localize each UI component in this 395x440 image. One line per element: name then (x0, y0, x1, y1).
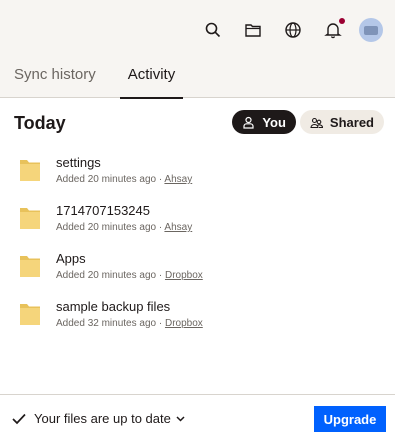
search-button[interactable] (199, 16, 227, 44)
list-item[interactable]: settings Added 20 minutes ago · Ahsay (18, 153, 378, 201)
folder-icon (20, 304, 40, 325)
upgrade-button[interactable]: Upgrade (314, 406, 386, 432)
activity-list: settings Added 20 minutes ago · Ahsay 17… (18, 153, 378, 345)
item-meta-text: Added 20 minutes ago · (56, 222, 165, 233)
notifications-button[interactable] (319, 16, 347, 44)
globe-icon (285, 22, 301, 38)
list-item[interactable]: Apps Added 20 minutes ago · Dropbox (18, 249, 378, 297)
bell-icon (324, 23, 342, 39)
notification-dot (339, 18, 345, 24)
list-item[interactable]: sample backup files Added 32 minutes ago… (18, 297, 378, 345)
item-name: settings (56, 155, 101, 170)
item-meta-text: Added 32 minutes ago · (56, 318, 165, 329)
sync-status[interactable]: Your files are up to date (12, 411, 185, 426)
chevron-down-icon (176, 415, 185, 422)
avatar-image (364, 25, 378, 35)
item-user-link[interactable]: Dropbox (165, 318, 203, 329)
top-bar: Sync history Activity (0, 0, 395, 99)
folder-icon (245, 24, 261, 37)
folder-icon (20, 208, 40, 229)
tab-bar: Sync history Activity (0, 56, 184, 99)
item-name: 1714707153245 (56, 203, 150, 218)
footer: Your files are up to date Upgrade (0, 394, 395, 440)
filter-you-label: You (262, 114, 286, 130)
item-meta-text: Added 20 minutes ago · (56, 270, 165, 281)
avatar[interactable] (359, 18, 383, 42)
person-icon (243, 116, 254, 129)
item-meta: Added 20 minutes ago · Ahsay (56, 222, 192, 233)
checkmark-icon (12, 413, 26, 424)
item-user-link[interactable]: Ahsay (164, 222, 192, 233)
globe-button[interactable] (279, 16, 307, 44)
item-name: sample backup files (56, 299, 171, 314)
item-user-link[interactable]: Ahsay (164, 174, 192, 185)
people-icon (310, 117, 323, 128)
folder-icon (20, 160, 40, 181)
filter-shared-label: Shared (329, 114, 374, 130)
item-user-link[interactable]: Dropbox (165, 270, 203, 281)
item-meta-text: Added 20 minutes ago · (56, 174, 165, 185)
search-icon (205, 22, 221, 38)
item-name: Apps (56, 251, 86, 266)
tab-sync-history[interactable]: Sync history (6, 56, 104, 98)
section-title: Today (14, 113, 66, 133)
filter-shared-button[interactable]: Shared (299, 110, 384, 134)
folder-button[interactable] (239, 16, 267, 44)
item-meta: Added 32 minutes ago · Dropbox (56, 318, 203, 329)
top-icons (187, 16, 383, 44)
sync-status-text: Your files are up to date (34, 411, 171, 426)
filter-you-button[interactable]: You (232, 110, 296, 134)
item-meta: Added 20 minutes ago · Ahsay (56, 174, 192, 185)
list-item[interactable]: 1714707153245 Added 20 minutes ago · Ahs… (18, 201, 378, 249)
tab-activity[interactable]: Activity (119, 56, 184, 99)
item-meta: Added 20 minutes ago · Dropbox (56, 270, 203, 281)
folder-icon (20, 256, 40, 277)
filter-pills: You Shared (232, 110, 384, 134)
section-header: Today You Shared (14, 110, 384, 136)
